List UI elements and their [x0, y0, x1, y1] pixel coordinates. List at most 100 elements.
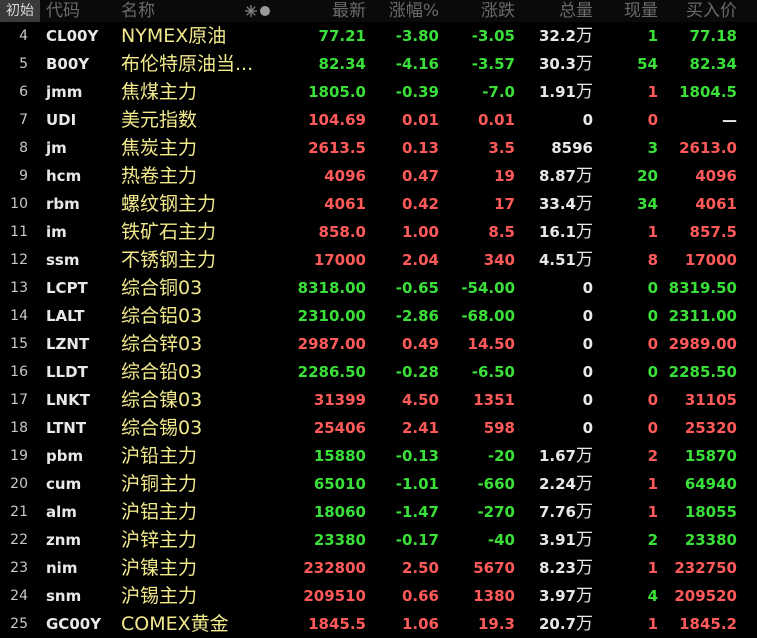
- settings-icon[interactable]: [243, 3, 273, 19]
- row-current-volume: 34: [637, 195, 658, 213]
- table-row[interactable]: 6 jmm 焦煤主力 1805.0 -0.39 -7.0 1.91万 1 1804.5: [0, 78, 757, 106]
- row-current-volume: 1: [647, 475, 658, 493]
- row-change-percent: 1.00: [401, 223, 439, 241]
- header-name[interactable]: 名称: [121, 0, 155, 22]
- row-name: 沪镍主力: [121, 557, 198, 579]
- row-change: 1351: [473, 391, 515, 409]
- table-row[interactable]: 15 LZNT 综合锌03 2987.00 0.49 14.50 0 0 2989.00: [0, 330, 757, 358]
- header-code[interactable]: 代码: [46, 0, 80, 22]
- row-current-volume: 1: [647, 503, 658, 521]
- row-volume-unit: 万: [576, 502, 593, 522]
- row-current-volume: 2: [647, 531, 658, 549]
- row-volume-value: 3.97: [538, 587, 576, 605]
- table-row[interactable]: 22 znm 沪锌主力 23380 -0.17 -40 3.91万 2 23380: [0, 526, 757, 554]
- table-row[interactable]: 12 ssm 不锈钢主力 17000 2.04 340 4.51万 8 17000: [0, 246, 757, 274]
- table-row[interactable]: 23 nim 沪镍主力 232800 2.50 5670 8.23万 1 232750: [0, 554, 757, 582]
- row-change-percent: -0.65: [395, 279, 439, 297]
- row-index: 18: [10, 420, 28, 436]
- row-bid-price: 1804.5: [679, 83, 737, 101]
- row-volume-unit: 万: [576, 586, 593, 606]
- row-last-price: 2286.50: [297, 363, 366, 381]
- row-index: 11: [10, 224, 28, 240]
- row-code: B00Y: [46, 55, 90, 73]
- row-current-volume: 0: [647, 335, 658, 353]
- row-last-price: 8318.00: [297, 279, 366, 297]
- row-name: 不锈钢主力: [121, 249, 217, 271]
- row-name: 综合铜03: [121, 277, 203, 299]
- table-row[interactable]: 19 pbm 沪铅主力 15880 -0.13 -20 1.67万 2 15870: [0, 442, 757, 470]
- table-row[interactable]: 13 LCPT 综合铜03 8318.00 -0.65 -54.00 0 0 8319.50: [0, 274, 757, 302]
- table-row[interactable]: 14 LALT 综合铝03 2310.00 -2.86 -68.00 0 0 2311.00: [0, 302, 757, 330]
- row-index: 6: [19, 84, 28, 100]
- row-change-percent: -0.28: [395, 363, 439, 381]
- table-row[interactable]: 20 cum 沪铜主力 65010 -1.01 -660 2.24万 1 64940: [0, 470, 757, 498]
- header-bid[interactable]: 买入价: [686, 0, 737, 22]
- row-name: 沪锡主力: [121, 585, 198, 607]
- row-volume-unit: 万: [576, 26, 593, 46]
- row-change: -3.57: [471, 55, 515, 73]
- header-current-volume[interactable]: 现量: [624, 0, 658, 22]
- row-volume-unit: 万: [576, 446, 593, 466]
- row-volume-value: 7.76: [538, 503, 576, 521]
- row-last-price: 2987.00: [297, 335, 366, 353]
- row-code: im: [46, 223, 67, 241]
- table-row[interactable]: 7 UDI 美元指数 104.69 0.01 0.01 0 0 —: [0, 106, 757, 134]
- row-volume: 8596: [551, 137, 593, 159]
- table-row[interactable]: 11 im 铁矿石主力 858.0 1.00 8.5 16.1万 1 857.5: [0, 218, 757, 246]
- row-change-percent: -4.16: [395, 55, 439, 73]
- row-change: -40: [487, 531, 515, 549]
- row-current-volume: 0: [647, 391, 658, 409]
- row-index: 17: [10, 392, 28, 408]
- row-volume: 1.91万: [539, 81, 593, 103]
- row-volume-unit: 万: [576, 530, 593, 550]
- row-volume: 32.2万: [539, 25, 593, 47]
- table-row[interactable]: 18 LTNT 综合锡03 25406 2.41 598 0 0 25320: [0, 414, 757, 442]
- row-last-price: 77.21: [318, 27, 366, 45]
- row-volume: 8.23万: [539, 557, 593, 579]
- row-current-volume: 0: [647, 363, 658, 381]
- row-change-percent: -0.17: [395, 531, 439, 549]
- table-row[interactable]: 17 LNKT 综合镍03 31399 4.50 1351 0 0 31105: [0, 386, 757, 414]
- table-row[interactable]: 24 snm 沪锡主力 209510 0.66 1380 3.97万 4 209520: [0, 582, 757, 610]
- table-row[interactable]: 25 GC00Y COMEX黄金 1845.5 1.06 19.3 20.7万 1 1845.2: [0, 610, 757, 638]
- row-volume-value: 8596: [551, 139, 593, 157]
- row-name: 综合铝03: [121, 305, 203, 327]
- row-name: 综合锌03: [121, 333, 203, 355]
- row-volume-value: 0: [582, 335, 593, 353]
- row-volume: 0: [583, 305, 593, 327]
- row-bid-price: 232750: [674, 559, 737, 577]
- table-row[interactable]: 4 CL00Y NYMEX原油 77.21 -3.80 -3.05 32.2万 1 77.18: [0, 22, 757, 50]
- header-last[interactable]: 最新: [332, 0, 366, 22]
- row-volume-value: 1.67: [538, 447, 576, 465]
- row-change: 8.5: [488, 223, 515, 241]
- row-change: 19.3: [477, 615, 515, 633]
- init-button[interactable]: 初始: [0, 0, 40, 22]
- row-change-percent: 2.04: [401, 251, 439, 269]
- row-index: 22: [10, 532, 28, 548]
- row-name: 焦炭主力: [121, 137, 198, 159]
- row-current-volume: 0: [647, 419, 658, 437]
- table-row[interactable]: 21 alm 沪铝主力 18060 -1.47 -270 7.76万 1 18055: [0, 498, 757, 526]
- row-volume: 0: [583, 417, 593, 439]
- row-code: ssm: [46, 251, 80, 269]
- header-change-pct[interactable]: 涨幅%: [389, 0, 439, 22]
- table-row[interactable]: 16 LLDT 综合铅03 2286.50 -0.28 -6.50 0 0 2285.50: [0, 358, 757, 386]
- row-last-price: 1805.0: [308, 83, 366, 101]
- header-change[interactable]: 涨跌: [481, 0, 515, 22]
- row-index: 13: [10, 280, 28, 296]
- row-volume: 0: [583, 277, 593, 299]
- row-index: 14: [10, 308, 28, 324]
- row-current-volume: 1: [647, 223, 658, 241]
- quote-table: 初始 代码 名称 最新 涨幅% 涨跌 总量 现量 买入价 4 CL00Y NYMEX…: [0, 0, 757, 636]
- row-change: 1380: [473, 587, 515, 605]
- row-current-volume: 1: [647, 615, 658, 633]
- row-change-percent: 0.66: [401, 587, 439, 605]
- table-row[interactable]: 10 rbm 螺纹钢主力 4061 0.42 17 33.4万 34 4061: [0, 190, 757, 218]
- row-code: jm: [46, 139, 67, 157]
- table-row[interactable]: 5 B00Y 布伦特原油当... 82.34 -4.16 -3.57 30.3万 54 82.3…: [0, 50, 757, 78]
- header-volume[interactable]: 总量: [559, 0, 593, 22]
- row-change-percent: 0.13: [401, 139, 439, 157]
- row-name: 焦煤主力: [121, 81, 198, 103]
- table-row[interactable]: 9 hcm 热卷主力 4096 0.47 19 8.87万 20 4096: [0, 162, 757, 190]
- table-row[interactable]: 8 jm 焦炭主力 2613.5 0.13 3.5 8596 3 2613.0: [0, 134, 757, 162]
